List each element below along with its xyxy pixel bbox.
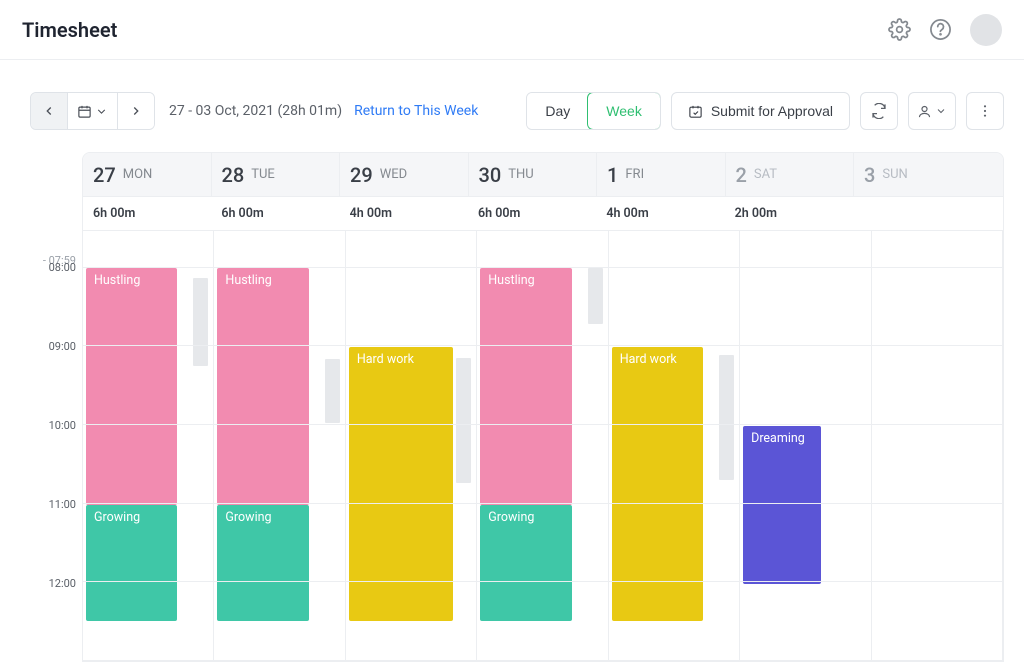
more-button[interactable] xyxy=(966,92,1004,130)
day-total: 6h 00m xyxy=(211,197,339,230)
day-total: 2h 00m xyxy=(725,197,853,230)
day-of-week: FRI xyxy=(625,167,644,182)
time-label: 12:00 xyxy=(49,577,76,590)
submit-for-approval-button[interactable]: Submit for Approval xyxy=(671,92,850,130)
day-total: 6h 00m xyxy=(83,197,211,230)
date-picker-button[interactable] xyxy=(67,93,118,129)
time-label: 09:00 xyxy=(49,340,76,353)
day-number: 1 xyxy=(607,163,618,187)
user-icon xyxy=(917,104,932,119)
calendar: - 07:59 08:00 09:00 10:00 11:00 12:00 27… xyxy=(30,152,1004,662)
day-total: 4h 00m xyxy=(340,197,468,230)
calendar-grid: 27MON28TUE29WED30THU1FRI2SAT3SUN 6h 00m6… xyxy=(82,152,1004,662)
settings-button[interactable] xyxy=(888,18,911,41)
day-totals: 6h 00m6h 00m4h 00m6h 00m4h 00m2h 00m xyxy=(83,197,1003,231)
chevron-down-icon xyxy=(95,105,108,118)
day-number: 27 xyxy=(93,163,116,187)
day-header[interactable]: 2 SAT xyxy=(726,153,855,196)
day-of-week: THU xyxy=(508,167,533,182)
day-number: 2 xyxy=(736,163,747,187)
more-icon xyxy=(977,103,993,119)
return-to-this-week-link[interactable]: Return to This Week xyxy=(354,103,478,119)
help-icon xyxy=(929,18,952,41)
refresh-button[interactable] xyxy=(860,92,898,130)
day-number: 30 xyxy=(479,163,502,187)
view-day-button[interactable]: Day xyxy=(527,93,588,129)
day-header[interactable]: 27 MON xyxy=(83,153,212,196)
gear-icon xyxy=(888,18,911,41)
day-total xyxy=(853,197,1003,230)
day-number: 28 xyxy=(222,163,245,187)
refresh-icon xyxy=(871,103,887,119)
chevron-right-icon xyxy=(129,104,143,118)
topbar-right xyxy=(888,14,1002,46)
content-area: 27 - 03 Oct, 2021 (28h 01m) Return to Th… xyxy=(0,60,1024,662)
chevron-down-icon xyxy=(935,105,947,117)
range-label: 27 - 03 Oct, 2021 (28h 01m) xyxy=(169,103,342,119)
approval-icon xyxy=(688,104,703,119)
day-header[interactable]: 3 SUN xyxy=(854,153,1003,196)
day-header[interactable]: 30 THU xyxy=(469,153,598,196)
time-gutter: - 07:59 08:00 09:00 10:00 11:00 12:00 xyxy=(30,152,82,662)
next-period-button[interactable] xyxy=(118,93,154,129)
day-of-week: SUN xyxy=(882,167,907,182)
day-of-week: WED xyxy=(380,167,407,182)
day-header[interactable]: 28 TUE xyxy=(212,153,341,196)
calendar-icon xyxy=(77,104,92,119)
day-header[interactable]: 1 FRI xyxy=(597,153,726,196)
chevron-left-icon xyxy=(42,104,56,118)
time-label: 08:00 xyxy=(49,261,76,274)
grid-body[interactable]: HustlingGrowingHustlingGrowingHard workH… xyxy=(83,231,1003,661)
day-headers: 27 MON 28 TUE 29 WED 30 THU 1 FRI 2 SAT 3 SUN xyxy=(83,153,1003,197)
prev-period-button[interactable] xyxy=(31,93,67,129)
day-number: 29 xyxy=(350,163,373,187)
time-label: 11:00 xyxy=(49,498,76,511)
timesheet-toolbar: 27 - 03 Oct, 2021 (28h 01m) Return to Th… xyxy=(30,92,1004,130)
day-of-week: TUE xyxy=(251,167,275,182)
view-toggle: Day Week xyxy=(526,92,660,130)
user-switch-button[interactable] xyxy=(908,92,956,130)
view-week-button[interactable]: Week xyxy=(587,92,661,130)
day-header[interactable]: 29 WED xyxy=(340,153,469,196)
topbar: Timesheet xyxy=(0,0,1024,60)
time-label: 10:00 xyxy=(49,419,76,432)
day-of-week: SAT xyxy=(754,167,777,182)
page-title: Timesheet xyxy=(22,18,117,42)
date-nav-group xyxy=(30,92,155,130)
day-total: 4h 00m xyxy=(596,197,724,230)
day-number: 3 xyxy=(864,163,875,187)
avatar[interactable] xyxy=(970,14,1002,46)
help-button[interactable] xyxy=(929,18,952,41)
day-total: 6h 00m xyxy=(468,197,596,230)
submit-label: Submit for Approval xyxy=(711,103,833,119)
day-of-week: MON xyxy=(123,167,153,182)
